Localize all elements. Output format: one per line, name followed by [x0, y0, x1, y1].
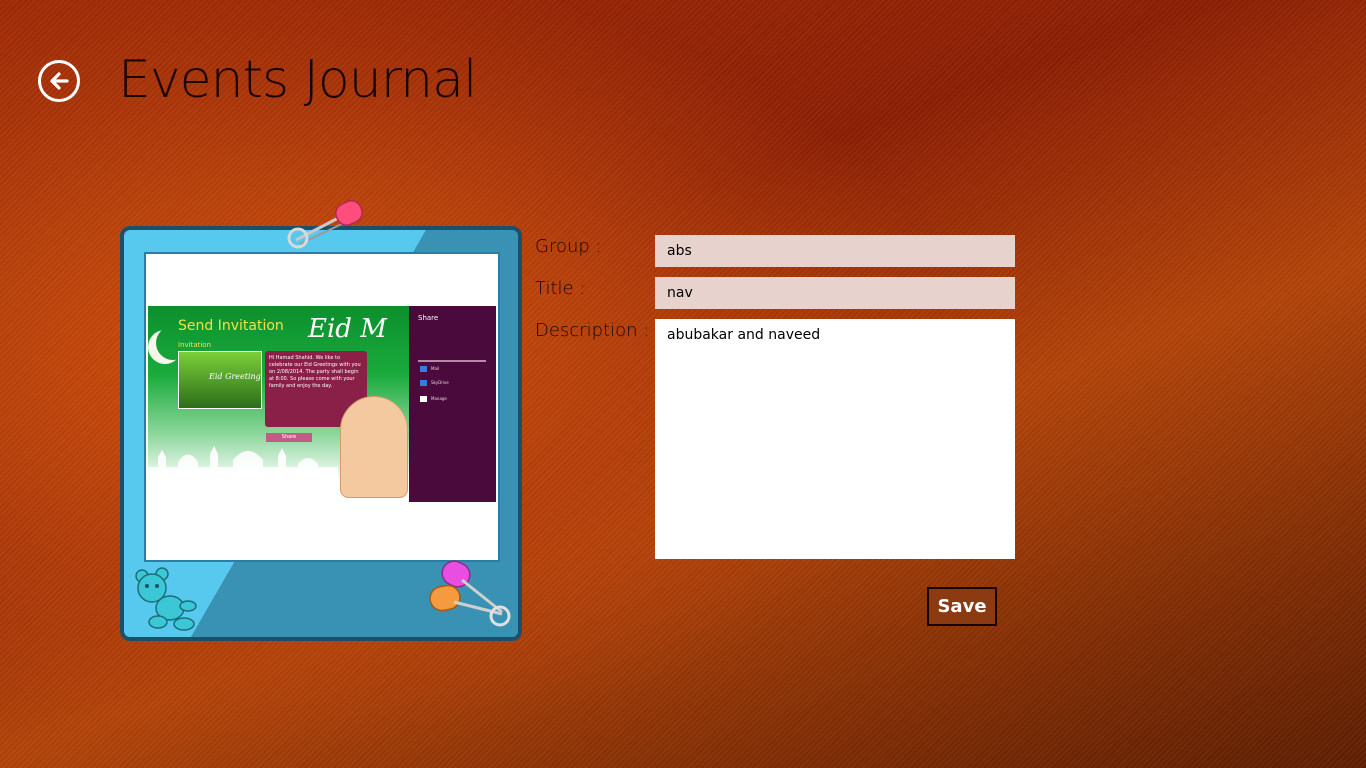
- back-arrow-icon: [50, 72, 69, 90]
- screenshot-eid-text: Eid M: [308, 314, 387, 344]
- description-label: Description :: [535, 320, 650, 341]
- page-title: Events Journal: [118, 50, 477, 110]
- panel-divider: [418, 360, 486, 362]
- screenshot-card-text: Eid Greeting: [209, 372, 261, 381]
- group-input[interactable]: [655, 235, 1015, 267]
- event-photo: Send Invitation Invitation Eid M Eid Gre…: [148, 306, 496, 502]
- group-label: Group :: [535, 236, 602, 257]
- screenshot-title: Send Invitation: [178, 318, 284, 334]
- mosque-silhouette-icon: [148, 446, 338, 482]
- share-panel-title: Share: [418, 314, 439, 322]
- screenshot-subtitle: Invitation: [178, 341, 212, 349]
- screenshot-share-button: Share: [266, 433, 312, 442]
- save-button[interactable]: Save: [927, 587, 997, 626]
- photo-mat[interactable]: Send Invitation Invitation Eid M Eid Gre…: [144, 252, 500, 562]
- safety-pins-icon: [429, 560, 511, 627]
- share-item: Mail: [420, 366, 439, 372]
- description-textarea[interactable]: abubakar and naveed: [655, 319, 1015, 559]
- screenshot-card: Eid Greeting: [178, 351, 262, 409]
- share-item: SkyDrive: [420, 380, 449, 386]
- teddy-bear-icon: [135, 567, 197, 631]
- title-input[interactable]: [655, 277, 1015, 309]
- back-button[interactable]: [38, 60, 80, 102]
- share-item: Manage: [420, 396, 447, 402]
- title-label: Title :: [535, 278, 586, 299]
- screenshot-share-panel: Share Mail SkyDrive Manage: [409, 306, 496, 502]
- safety-pin-icon: [287, 200, 363, 249]
- praying-hands-image: [340, 396, 408, 498]
